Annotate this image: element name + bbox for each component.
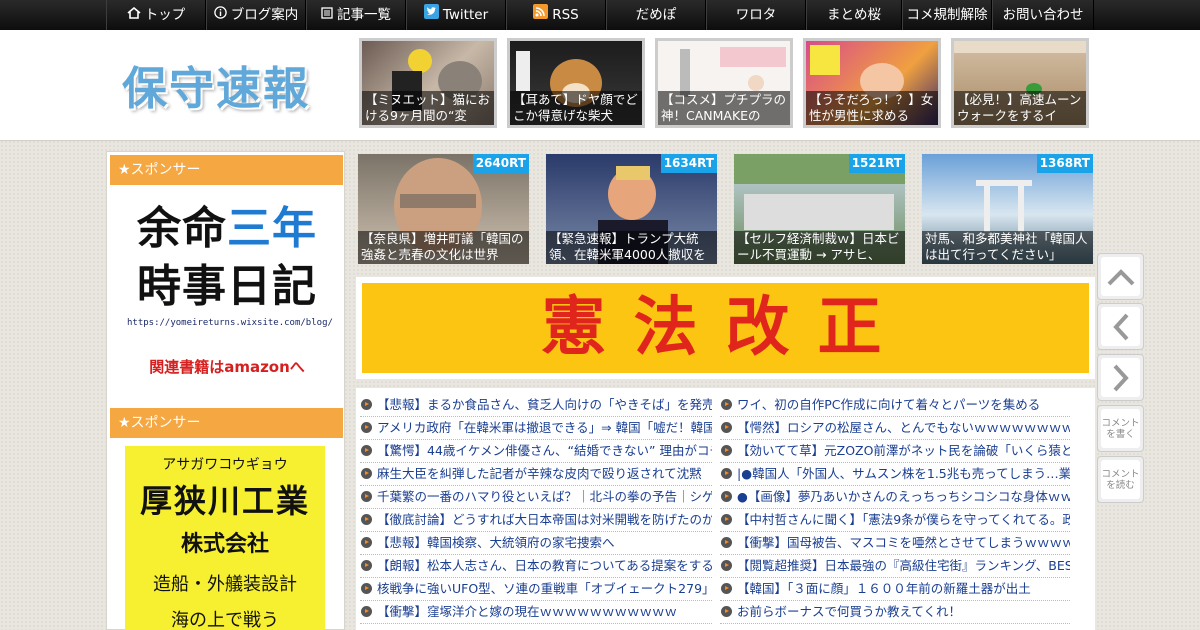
sidebar: ★スポンサー 余命三年 時事日記 https://yomeireturns.wi… — [106, 151, 345, 630]
header-thumb-cosme[interactable]: 【コスメ】プチプラの神！CANMAKEの — [655, 38, 793, 128]
header-thumbnails: 【ミヌエット】猫における9ヶ月間の“変 【耳あて】ドヤ顔でどこか得意げな柴犬 【… — [359, 38, 1089, 128]
chevron-left-icon — [1112, 313, 1128, 340]
ad-url: https://yomeireturns.wixsite.com/blog/ — [127, 318, 333, 328]
chevron-right-icon — [1113, 364, 1129, 391]
article-link[interactable]: 【韓国】「３面に顔」１６００年前の新羅土器が出土 — [720, 578, 1070, 601]
rt-count-badge: 1634RT — [660, 154, 717, 173]
header-thumb-shiba[interactable]: 【耳あて】ドヤ顔でどこか得意げな柴犬 — [507, 38, 645, 128]
play-bullet-icon — [721, 422, 732, 433]
sponsor-heading: ★スポンサー — [110, 155, 343, 185]
nav-item-damepo[interactable]: だめぽ — [606, 0, 706, 30]
article-link[interactable]: 【衝撃】国母被告、マスコミを唖然とさせてしまうｗｗｗｗｗｗ — [720, 532, 1070, 555]
ranking-item[interactable]: 1368RT 対馬、和多都美神社「韓国人は出て行ってください」 — [922, 154, 1093, 264]
article-list-left: 【悲報】まるか食品さん、貧乏人向けの「やきそば」を発売し アメリカ政府「在韓米軍は… — [360, 394, 712, 624]
play-bullet-icon — [721, 399, 732, 410]
article-link[interactable]: ●【画像】夢乃あいかさんのえっちっちシコシコな身体ｗｗｗｗ — [720, 486, 1070, 509]
scroll-top-button[interactable] — [1097, 253, 1144, 300]
nav-item-comment-unlock[interactable]: コメ規制解除 — [902, 0, 992, 30]
play-bullet-icon — [361, 399, 372, 410]
play-bullet-icon — [361, 514, 372, 525]
play-bullet-icon — [361, 422, 372, 433]
play-bullet-icon — [361, 491, 372, 502]
article-link[interactable]: |●韓国人「外国人、サムスン株を1.5兆も売ってしまう…業績見 — [720, 463, 1070, 486]
sponsor-heading: ★スポンサー — [110, 408, 343, 438]
article-link[interactable]: アメリカ政府「在韓米軍は撤退できる」⇒ 韓国「嘘だ！韓国は — [360, 417, 712, 440]
article-link[interactable]: 【徹底討論】どうすれば大日本帝国は対米開戦を防げたのか他 — [360, 509, 712, 532]
header-thumb-tv[interactable]: 【うそだろっ！？】女性が男性に求める — [803, 38, 941, 128]
play-bullet-icon — [361, 445, 372, 456]
rt-count-badge: 1368RT — [1036, 154, 1093, 173]
header-thumb-bird[interactable]: 【必見！】高速ムーンウォークをするイ — [951, 38, 1089, 128]
nav-item-blog-guide[interactable]: ブログ案内 — [206, 0, 306, 30]
site-header: 保守速報 【ミヌエット】猫における9ヶ月間の“変 【耳あて】ドヤ顔でどこか得意げ… — [0, 30, 1200, 141]
amazon-link[interactable]: 関連書籍はamazonへ — [127, 356, 327, 377]
nav-item-contact[interactable]: お問い合わせ — [992, 0, 1094, 30]
rss-icon — [533, 0, 549, 30]
prev-button[interactable] — [1097, 303, 1144, 350]
ranking-item[interactable]: 1521RT 【セルフ経済制裁ｗ】日本ビール不買運動 → アサヒ、 — [734, 154, 905, 264]
play-bullet-icon — [361, 560, 372, 571]
rt-count-badge: 2640RT — [472, 154, 529, 173]
top-nav: トップ ブログ案内 記事一覧 Twitter RSS だめぽ ワロタ まとめ桜 … — [0, 0, 1200, 30]
play-bullet-icon — [721, 491, 732, 502]
article-link[interactable]: 【悲報】まるか食品さん、貧乏人向けの「やきそば」を発売し — [360, 394, 712, 417]
home-icon — [127, 0, 141, 30]
article-link[interactable]: 【衝撃】窪塚洋介と嫁の現在ｗｗｗｗｗｗｗｗｗｗｗ — [360, 601, 712, 624]
play-bullet-icon — [361, 537, 372, 548]
next-button[interactable] — [1097, 354, 1144, 401]
header-thumb-cat[interactable]: 【ミヌエット】猫における9ヶ月間の“変 — [359, 38, 497, 128]
play-bullet-icon — [721, 583, 732, 594]
write-comment-button[interactable]: コメントを書く — [1097, 405, 1144, 452]
constitution-banner[interactable]: 憲法改正 — [356, 277, 1095, 379]
ranking-item[interactable]: 1634RT 【緊急速報】トランプ大統領、在韓米軍4000人撤収を — [546, 154, 717, 264]
nav-item-warota[interactable]: ワロタ — [706, 0, 806, 30]
article-link[interactable]: 【驚愕】44歳イケメン俳優さん、“結婚できない” 理由がコチラ — [360, 440, 712, 463]
article-link[interactable]: ワイ、初の自作PC作成に向けて着々とパーツを集める — [720, 394, 1070, 417]
nav-item-article-list[interactable]: 記事一覧 — [306, 0, 406, 30]
list-icon — [321, 0, 333, 30]
article-link[interactable]: お前らボーナスで何買うか教えてくれ！ — [720, 601, 1070, 624]
nav-item-top[interactable]: トップ — [106, 0, 206, 30]
play-bullet-icon — [721, 560, 732, 571]
nav-item-matome-sakura[interactable]: まとめ桜 — [806, 0, 902, 30]
info-icon — [214, 0, 227, 30]
article-link[interactable]: 核戦争に強いUFO型、ソ連の重戦車「オブイェークト279」を大 — [360, 578, 712, 601]
article-link[interactable]: 千葉繁の一番のハマり役といえば？｜北斗の拳の予告｜シゲさん — [360, 486, 712, 509]
play-bullet-icon — [721, 468, 732, 479]
site-logo[interactable]: 保守速報 — [122, 52, 310, 117]
play-bullet-icon — [721, 537, 732, 548]
article-link[interactable]: 【閲覧超推奨】日本最強の『高級住宅街』ランキング、BEST10 — [720, 555, 1070, 578]
sponsor-ad-asagawa[interactable]: アサガワコウギョウ 厚狭川工業 株式会社 造船・外艤装設計 海の上で戦う — [125, 446, 325, 630]
article-link[interactable]: 【朗報】松本人志さん、日本の教育についてある提案をする — [360, 555, 712, 578]
play-bullet-icon — [721, 606, 732, 617]
play-bullet-icon — [361, 583, 372, 594]
nav-item-twitter[interactable]: Twitter — [406, 0, 506, 30]
article-link[interactable]: 【中村哲さんに聞く】「憲法9条が僕らを守ってくれてる。政府 — [720, 509, 1070, 532]
twitter-icon — [423, 0, 439, 30]
rt-count-badge: 1521RT — [848, 154, 905, 173]
play-bullet-icon — [721, 514, 732, 525]
chevron-up-icon — [1107, 268, 1134, 285]
play-bullet-icon — [361, 468, 372, 479]
article-link[interactable]: 【効いてて草】元ZOZO前澤がネット民を論破「いくら猿と言わ — [720, 440, 1070, 463]
ranking-item[interactable]: 2640RT 【奈良県】増井町議「韓国の強姦と売春の文化は世界 — [358, 154, 529, 264]
play-bullet-icon — [361, 606, 372, 617]
article-list-right: ワイ、初の自作PC作成に向けて着々とパーツを集める 【愕然】ロシアの松屋さん、とん… — [720, 394, 1070, 624]
article-link[interactable]: 麻生大臣を糾弾した記者が辛辣な皮肉で殴り返されて沈黙 — [360, 463, 712, 486]
play-bullet-icon — [721, 445, 732, 456]
ranking-row: 2640RT 【奈良県】増井町議「韓国の強姦と売春の文化は世界 1634RT 【… — [358, 154, 1093, 264]
read-comment-button[interactable]: コメントを読む — [1097, 456, 1144, 503]
article-list: 【悲報】まるか食品さん、貧乏人向けの「やきそば」を発売し アメリカ政府「在韓米軍は… — [356, 388, 1095, 630]
article-link[interactable]: 【愕然】ロシアの松屋さん、とんでもないｗｗｗｗｗｗｗｗｗ — [720, 417, 1070, 440]
sponsor-ad-yomei[interactable]: 余命三年 時事日記 https://yomeireturns.wixsite.c… — [127, 200, 333, 377]
article-link[interactable]: 【悲報】韓国検察、大統領府の家宅捜索へ — [360, 532, 712, 555]
nav-item-rss[interactable]: RSS — [506, 0, 606, 30]
